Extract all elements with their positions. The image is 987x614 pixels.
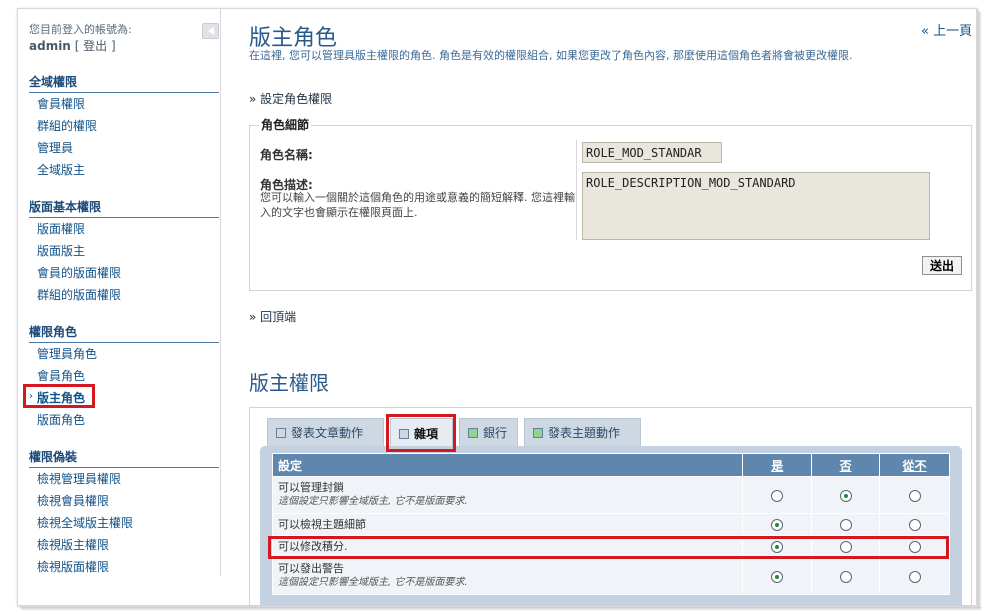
- column-header-label: 從不: [902, 458, 927, 473]
- sidebar-item-user-roles[interactable]: 會員角色: [37, 367, 85, 384]
- no-cell: [811, 513, 881, 536]
- no-cell: [811, 557, 881, 595]
- sidebar-item-view-user-perms[interactable]: 檢視會員權限: [37, 492, 109, 509]
- tab-post-actions[interactable]: 發表文章動作: [267, 418, 384, 446]
- role-details-legend: 角色細節: [259, 116, 312, 133]
- back-to-top-link[interactable]: » 回頂端: [249, 308, 296, 325]
- username: admin: [29, 39, 71, 53]
- page-description: 在這裡, 您可以管理具版主權限的角色. 角色是有效的權限組合, 如果您更改了角色…: [249, 49, 853, 62]
- permission-description: 可以檢視主題細節: [271, 513, 744, 536]
- yes-cell: [742, 476, 813, 514]
- sidebar-item-view-forum-perms[interactable]: 檢視版面權限: [37, 558, 109, 575]
- table-header-row: 設定 是 否 從不: [271, 453, 950, 477]
- role-name-label: 角色名稱:: [260, 148, 313, 162]
- highlight-callout: [268, 536, 949, 559]
- tab-color-swatch: [468, 427, 478, 438]
- radio-never[interactable]: [908, 570, 921, 583]
- permission-label: 可以發出警告: [278, 562, 344, 575]
- submit-button[interactable]: 送出: [922, 256, 962, 275]
- column-header-yes[interactable]: 是: [742, 453, 813, 477]
- sidebar-item-forum-mods[interactable]: 版面版主: [37, 242, 85, 259]
- column-header-no[interactable]: 否: [811, 453, 881, 477]
- column-header-never[interactable]: 從不: [879, 453, 950, 477]
- radio-no[interactable]: [839, 489, 852, 502]
- role-desc-help: 您可以輸入一個關於這個角色的用途或意義的簡短解釋. 您這裡輸入的文字也會顯示在權…: [260, 191, 575, 219]
- sidebar-item-view-global-mod-perms[interactable]: 檢視全域版主權限: [37, 514, 133, 531]
- sidebar-item-admins[interactable]: 管理員: [37, 139, 73, 156]
- permissions-table: 設定 是 否 從不 可以管理封鎖這個設定只影響全域版主, 它不是版面要求. 可以…: [271, 453, 950, 595]
- tab-color-swatch: [276, 427, 286, 438]
- table-row: 可以發出警告這個設定只影響全域版主, 它不是版面要求.: [271, 557, 950, 595]
- sidebar-item-forum-roles[interactable]: 版面角色: [37, 411, 85, 428]
- yes-cell: [742, 513, 813, 536]
- section-title-forum-basic: 版面基本權限: [29, 198, 219, 218]
- column-header-label: 否: [839, 458, 852, 473]
- sidebar-item-view-mod-perms[interactable]: 檢視版主權限: [37, 536, 109, 553]
- settings-link[interactable]: » 設定角色權限: [249, 90, 332, 107]
- frame-shadow: [21, 607, 981, 611]
- login-user: admin [ 登出 ]: [29, 37, 116, 54]
- permission-note: 這個設定只影響全域版主, 它不是版面要求.: [278, 577, 468, 588]
- permission-description: 可以發出警告這個設定只影響全域版主, 它不是版面要求.: [271, 557, 744, 595]
- tab-label: 發表文章動作: [291, 426, 364, 440]
- radio-yes[interactable]: [771, 489, 784, 502]
- permission-description: 可以管理封鎖這個設定只影響全域版主, 它不是版面要求.: [271, 476, 744, 514]
- table-row: 可以管理封鎖這個設定只影響全域版主, 它不是版面要求.: [271, 476, 950, 514]
- frame-shadow: [978, 12, 982, 608]
- section-title-masks: 權限偽裝: [29, 448, 219, 468]
- column-header-setting: 設定: [271, 453, 744, 477]
- radio-never[interactable]: [908, 489, 921, 502]
- radio-never[interactable]: [908, 519, 921, 531]
- tab-bank[interactable]: 銀行: [459, 418, 518, 446]
- tab-color-swatch: [533, 427, 543, 438]
- sidebar-item-global-mods[interactable]: 全域版主: [37, 161, 85, 178]
- collapse-sidebar-button[interactable]: [202, 23, 219, 39]
- permission-note: 這個設定只影響全域版主, 它不是版面要求.: [278, 496, 468, 507]
- radio-yes[interactable]: [771, 570, 784, 583]
- radio-yes[interactable]: [771, 519, 784, 531]
- sidebar-item-user-forum-permissions[interactable]: 會員的版面權限: [37, 264, 121, 281]
- sidebar-divider: [220, 9, 221, 576]
- no-cell: [811, 476, 881, 514]
- sidebar-item-user-permissions[interactable]: 會員權限: [37, 95, 85, 112]
- sidebar-item-group-permissions[interactable]: 群組的權限: [37, 117, 97, 134]
- column-header-label: 是: [771, 458, 784, 473]
- content-border: [977, 9, 978, 606]
- radio-no[interactable]: [839, 519, 852, 531]
- never-cell: [879, 513, 950, 536]
- section-title-global: 全域權限: [29, 73, 219, 93]
- yes-cell: [742, 557, 813, 595]
- permission-label: 可以管理封鎖: [278, 481, 344, 494]
- tab-topic-actions[interactable]: 發表主題動作: [524, 418, 641, 446]
- login-label: 您目前登入的帳號為:: [29, 23, 132, 36]
- role-desc-textarea[interactable]: ROLE_DESCRIPTION_MOD_STANDARD: [582, 172, 930, 240]
- tab-label: 發表主題動作: [548, 426, 621, 440]
- tab-label: 銀行: [483, 426, 508, 440]
- sidebar-item-view-admin-perms[interactable]: 檢視管理員權限: [37, 470, 121, 487]
- logout-link[interactable]: [ 登出 ]: [75, 39, 116, 53]
- highlight-callout: [23, 384, 95, 408]
- radio-no[interactable]: [839, 570, 852, 583]
- sidebar-item-forum-permissions[interactable]: 版面權限: [37, 220, 85, 237]
- sidebar-item-admin-roles[interactable]: 管理員角色: [37, 345, 97, 362]
- never-cell: [879, 557, 950, 595]
- section-title-roles: 權限角色: [29, 323, 219, 343]
- never-cell: [879, 476, 950, 514]
- permission-label: 可以檢視主題細節: [278, 517, 366, 531]
- sidebar-item-group-forum-permissions[interactable]: 群組的版面權限: [37, 286, 121, 303]
- table-row: 可以檢視主題細節: [271, 513, 950, 536]
- perm-section-title: 版主權限: [249, 371, 329, 395]
- back-link[interactable]: « 上一頁: [921, 20, 972, 39]
- role-name-input[interactable]: ROLE_MOD_STANDAR: [582, 142, 722, 163]
- field-divider: [576, 140, 577, 240]
- highlight-callout: [386, 414, 456, 452]
